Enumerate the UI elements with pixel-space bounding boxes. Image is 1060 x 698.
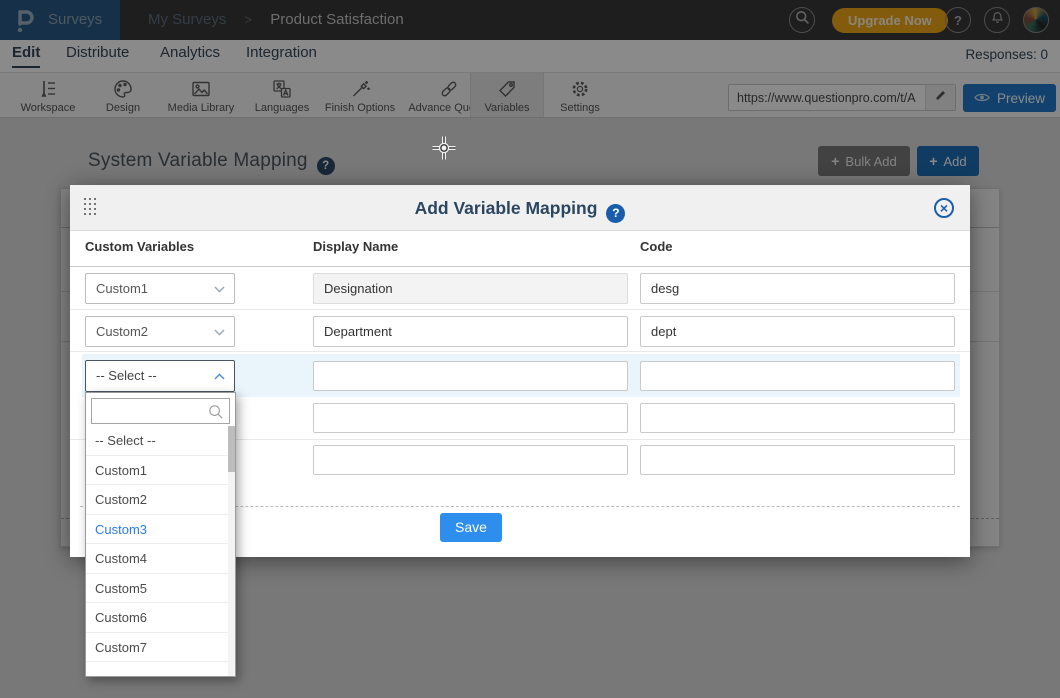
- questionpro-app: Surveys My Surveys > Product Satisfactio…: [0, 0, 1060, 698]
- chevron-up-icon: [214, 373, 225, 380]
- display-name-input-row2[interactable]: [313, 316, 628, 347]
- column-header-display-name: Display Name: [313, 239, 398, 254]
- dropdown-option-custom5[interactable]: Custom5: [86, 574, 230, 604]
- chevron-down-icon: [214, 329, 225, 336]
- row-divider: [70, 309, 970, 310]
- dropdown-scrollbar-track[interactable]: [228, 426, 235, 676]
- modal-help-icon[interactable]: ?: [606, 204, 625, 223]
- dropdown-option-partial[interactable]: [86, 662, 230, 677]
- dropdown-option-custom7[interactable]: Custom7: [86, 633, 230, 663]
- dropdown-option-custom3[interactable]: Custom3: [86, 515, 230, 545]
- variable-select-row3-open[interactable]: -- Select --: [85, 360, 235, 392]
- dropdown-scrollbar-thumb[interactable]: [228, 426, 235, 472]
- dropdown-option-select[interactable]: -- Select --: [86, 426, 230, 456]
- save-button[interactable]: Save: [440, 513, 502, 542]
- dropdown-option-custom2[interactable]: Custom2: [86, 485, 230, 515]
- display-name-input-row3[interactable]: [313, 361, 628, 391]
- column-header-custom-variables: Custom Variables: [85, 239, 194, 254]
- column-header-divider: [70, 266, 970, 267]
- column-header-code: Code: [640, 239, 673, 254]
- code-input-row1[interactable]: [640, 273, 955, 304]
- code-input-row2[interactable]: [640, 316, 955, 347]
- variable-select-row1[interactable]: Custom1: [85, 273, 235, 304]
- variable-select-dropdown: -- Select -- Custom1 Custom2 Custom3 Cus…: [85, 392, 236, 677]
- display-name-input-row5[interactable]: [313, 445, 628, 475]
- search-icon: [208, 404, 224, 425]
- modal-header: Add Variable Mapping? ×: [70, 185, 970, 231]
- code-input-row5[interactable]: [640, 445, 955, 475]
- modal-title: Add Variable Mapping?: [70, 185, 970, 231]
- dropdown-option-custom4[interactable]: Custom4: [86, 544, 230, 574]
- chevron-down-icon: [214, 286, 225, 293]
- code-input-row3[interactable]: [640, 361, 955, 391]
- display-name-input-row1[interactable]: [313, 273, 628, 304]
- row-divider: [70, 351, 970, 352]
- dropdown-option-custom1[interactable]: Custom1: [86, 456, 230, 486]
- display-name-input-row4[interactable]: [313, 403, 628, 433]
- close-icon[interactable]: ×: [934, 198, 954, 218]
- code-input-row4[interactable]: [640, 403, 955, 433]
- dropdown-search-field: [91, 398, 230, 424]
- dropdown-option-custom6[interactable]: Custom6: [86, 603, 230, 633]
- variable-select-row2[interactable]: Custom2: [85, 316, 235, 347]
- dropdown-option-list: -- Select -- Custom1 Custom2 Custom3 Cus…: [86, 426, 230, 677]
